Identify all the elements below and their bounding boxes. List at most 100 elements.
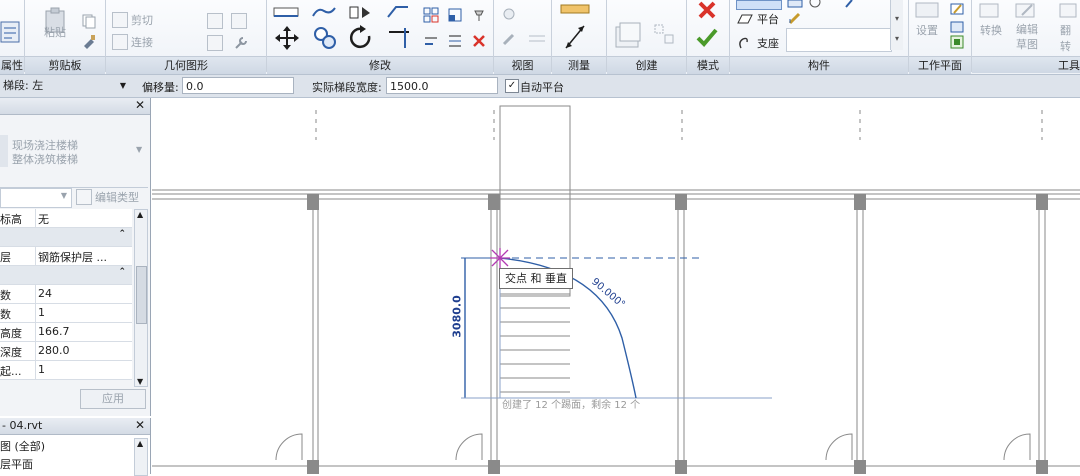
properties-scrollbar[interactable]: ▲ ▼ bbox=[134, 209, 148, 387]
mirror-draw-button[interactable] bbox=[384, 4, 412, 20]
panel-label-mode: 模式 bbox=[687, 56, 729, 74]
workplane-tool-3[interactable] bbox=[948, 34, 966, 50]
dimension-button[interactable] bbox=[562, 22, 588, 52]
create-similar-button[interactable] bbox=[652, 22, 676, 48]
property-row[interactable]: 标高 无 bbox=[0, 209, 132, 228]
landing-button[interactable]: 平台 bbox=[736, 11, 779, 27]
cancel-edit-button[interactable] bbox=[694, 0, 720, 20]
dimension-vertical-label[interactable]: 3080.0 bbox=[451, 295, 464, 337]
workplane-tool-1[interactable] bbox=[948, 2, 966, 16]
component-target-btn[interactable] bbox=[806, 0, 824, 8]
property-row[interactable]: 起... 1 bbox=[0, 361, 132, 380]
convert-button[interactable] bbox=[976, 0, 1004, 20]
drawing-canvas[interactable]: 3080.0 90.000° 创建了 12 个踢面，剩余 12 个 bbox=[152, 98, 1080, 474]
ribbon: 属性 粘贴 剪贴板 剪切 连接 几何图形 修改 视图 测量 创建 模式 平台 支… bbox=[0, 0, 1080, 75]
properties-palette: ✕ 现场浇注楼梯 整体浇筑楼梯 ▼ ▼ 编辑类型 标高 无 ⌃ 层 钢筋保护层 ... ⌃… bbox=[0, 98, 151, 416]
property-value[interactable]: 1 bbox=[38, 306, 130, 319]
trim-extend-button[interactable] bbox=[422, 32, 440, 50]
landing-pen-button[interactable] bbox=[786, 10, 804, 26]
cut-button[interactable]: 剪切 bbox=[112, 12, 153, 28]
auto-landing-checkbox[interactable]: ✓ bbox=[505, 79, 519, 93]
geometry-tool-icon bbox=[231, 13, 247, 29]
geometry-tool-3[interactable] bbox=[206, 34, 224, 52]
panel-label-modify: 修改 bbox=[267, 56, 493, 74]
measure-button[interactable] bbox=[560, 2, 590, 16]
rotate-button[interactable] bbox=[346, 24, 376, 52]
close-icon[interactable]: ✕ bbox=[135, 418, 145, 432]
collapse-icon[interactable]: ⌃ bbox=[118, 267, 126, 277]
convert-label: 转换 bbox=[980, 24, 1002, 37]
run-tool-icon-btn[interactable] bbox=[786, 0, 804, 8]
flip-icon bbox=[1059, 3, 1077, 18]
dimension-icon bbox=[565, 25, 585, 49]
copy-button[interactable] bbox=[80, 12, 98, 30]
flip-button[interactable] bbox=[1056, 0, 1080, 20]
edit-type-icon bbox=[76, 189, 92, 205]
lines-icon bbox=[529, 35, 545, 42]
view-tool-2[interactable] bbox=[500, 30, 518, 48]
instance-filter[interactable]: ▼ bbox=[0, 188, 72, 208]
join-button[interactable]: 连接 bbox=[112, 34, 153, 50]
property-value[interactable]: 24 bbox=[38, 287, 130, 300]
component-list[interactable] bbox=[786, 28, 892, 52]
set-workplane-button[interactable] bbox=[912, 0, 942, 20]
move-button[interactable] bbox=[272, 24, 302, 52]
browser-item-views[interactable]: 图 (全部) bbox=[0, 438, 45, 454]
scroll-up-icon: ▲ bbox=[137, 439, 144, 448]
browser-item-floor-plans[interactable]: 层平面 bbox=[0, 456, 33, 472]
apply-button[interactable]: 应用 bbox=[80, 389, 146, 409]
property-row[interactable]: 数1 bbox=[0, 304, 132, 323]
finish-edit-button[interactable] bbox=[694, 26, 720, 48]
wrench-button[interactable] bbox=[232, 34, 250, 52]
grid-dashes bbox=[315, 110, 1043, 140]
split-button[interactable] bbox=[422, 6, 440, 24]
edit-type-button[interactable]: 编辑类型 bbox=[76, 189, 139, 205]
stair-treads bbox=[500, 293, 570, 393]
property-row[interactable]: 高度 166.7 bbox=[0, 323, 132, 342]
property-value[interactable]: 280.0 bbox=[38, 344, 130, 357]
rotate-icon bbox=[349, 25, 371, 49]
browser-scrollbar[interactable]: ▲ bbox=[134, 438, 148, 476]
property-row[interactable]: 深度 280.0 bbox=[0, 342, 132, 361]
workplane-tool-2[interactable] bbox=[948, 20, 966, 34]
geometry-tool-2[interactable] bbox=[230, 12, 248, 30]
property-value[interactable]: 无 bbox=[38, 211, 130, 227]
property-group-header[interactable]: ⌃ bbox=[0, 266, 132, 285]
edit-sketch-line2: 草图 bbox=[1016, 38, 1038, 51]
property-value[interactable]: 钢筋保护层 ... bbox=[38, 249, 130, 265]
scale-button[interactable] bbox=[446, 6, 464, 24]
panel-label-measure: 测量 bbox=[552, 56, 606, 74]
component-list-scrollbar[interactable]: ▾ ▾ bbox=[890, 0, 903, 50]
align-button[interactable] bbox=[272, 4, 300, 20]
collapse-icon[interactable]: ⌃ bbox=[118, 229, 126, 239]
support-button[interactable]: 支座 bbox=[736, 35, 779, 51]
property-value[interactable]: 166.7 bbox=[38, 325, 130, 338]
mirror-pick-button[interactable] bbox=[346, 4, 374, 20]
run-button[interactable] bbox=[736, 0, 782, 10]
create-group-button[interactable] bbox=[612, 18, 644, 52]
panel-label-geometry: 几何图形 bbox=[106, 56, 266, 74]
pin-button[interactable] bbox=[470, 6, 488, 24]
align-multi-button[interactable] bbox=[446, 32, 464, 50]
view-tool-3[interactable] bbox=[526, 30, 548, 48]
edit-sketch-button[interactable] bbox=[1012, 0, 1040, 20]
property-row[interactable]: 数 24 bbox=[0, 285, 132, 304]
match-properties-button[interactable] bbox=[80, 32, 98, 50]
copy-element-button[interactable] bbox=[310, 24, 340, 52]
geometry-tool-1[interactable] bbox=[206, 12, 224, 30]
location-line-select[interactable]: 梯段: 左 ▼ bbox=[0, 77, 130, 94]
property-group-header[interactable]: ⌃ bbox=[0, 228, 132, 247]
close-icon[interactable]: ✕ bbox=[135, 98, 145, 112]
trim-button[interactable] bbox=[384, 24, 414, 52]
view-tool-1[interactable] bbox=[500, 6, 518, 24]
offset-button[interactable] bbox=[310, 4, 338, 20]
type-selector[interactable]: 现场浇注楼梯 整体浇筑楼梯 ▼ bbox=[0, 115, 148, 188]
scroll-thumb[interactable] bbox=[136, 266, 147, 324]
offset-input[interactable]: 0.0 bbox=[182, 77, 294, 94]
property-row[interactable]: 层 钢筋保护层 ... bbox=[0, 247, 132, 266]
run-width-input[interactable]: 1500.0 bbox=[386, 77, 498, 94]
component-pen-btn[interactable] bbox=[842, 0, 864, 8]
properties-button[interactable] bbox=[0, 14, 20, 50]
property-value[interactable]: 1 bbox=[38, 363, 130, 376]
delete-button[interactable] bbox=[470, 32, 488, 50]
